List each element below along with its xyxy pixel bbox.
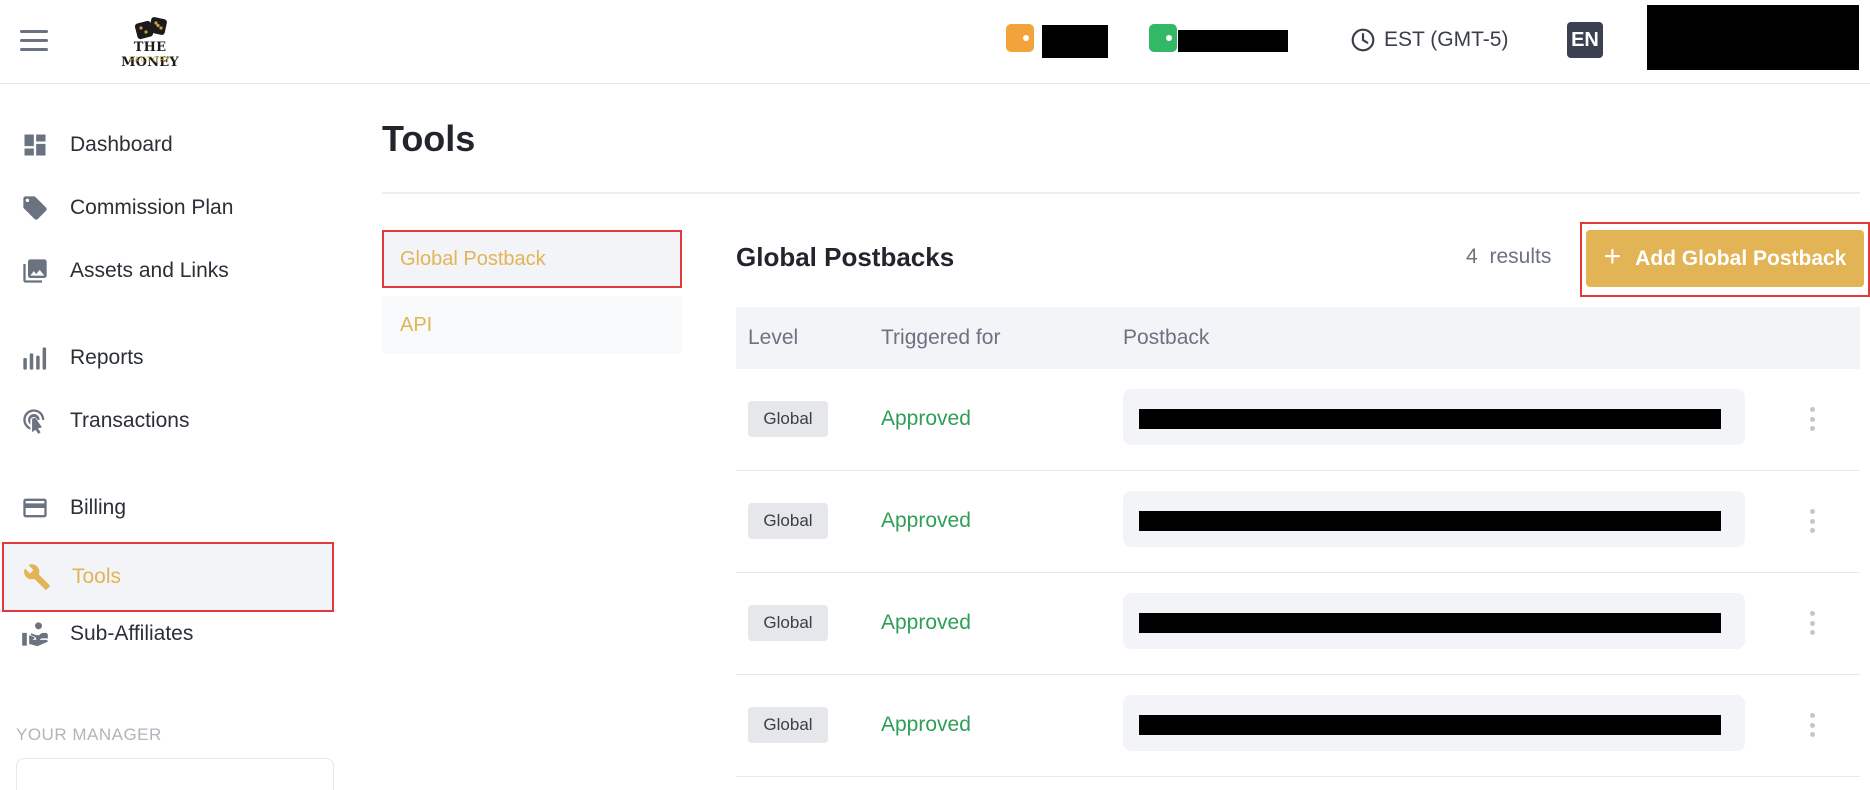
column-header-level: Level	[748, 326, 799, 349]
images-icon	[20, 256, 50, 286]
level-badge: Global	[748, 707, 828, 743]
credit-card-icon	[20, 493, 50, 523]
sidebar-item-sub-affiliates[interactable]: Sub-Affiliates	[0, 605, 334, 663]
add-global-postback-button[interactable]: + Add Global Postback	[1586, 230, 1864, 287]
add-button-label: Add Global Postback	[1635, 246, 1847, 270]
sidebar-item-tools[interactable]: Tools	[2, 542, 334, 612]
manager-section-label: YOUR MANAGER	[16, 725, 162, 744]
wallet-icon[interactable]	[1149, 24, 1177, 52]
manager-card	[16, 758, 334, 790]
results-count: 4 results	[1466, 245, 1552, 268]
postback-url-field[interactable]	[1123, 389, 1745, 445]
table-row: Global Approved	[736, 573, 1860, 675]
row-actions-menu-icon[interactable]	[1804, 705, 1820, 745]
table-row: Global Approved	[736, 675, 1860, 777]
wallet-icon[interactable]	[1006, 24, 1034, 52]
level-badge: Global	[748, 401, 828, 437]
page-title: Tools	[382, 118, 476, 159]
row-actions-menu-icon[interactable]	[1804, 399, 1820, 439]
table-row: Global Approved	[736, 471, 1860, 573]
sidebar-item-assets-and-links[interactable]: Assets and Links	[0, 242, 334, 300]
brand-logo[interactable]: THE MONEY FACTORY	[104, 14, 196, 70]
top-bar: THE MONEY FACTORY EST (GMT-5) EN	[0, 0, 1870, 84]
table-row: Global Approved	[736, 369, 1860, 471]
subnav-global-postback[interactable]: Global Postback	[382, 230, 682, 288]
sidebar-item-label: Transactions	[70, 409, 190, 432]
logo-text: THE MONEY	[121, 40, 179, 70]
sidebar-item-label: Assets and Links	[70, 259, 229, 282]
postback-url-field[interactable]	[1123, 695, 1745, 751]
column-header-triggered-for: Triggered for	[881, 326, 1001, 349]
sidebar-item-commission-plan[interactable]: Commission Plan	[0, 179, 334, 237]
dice-icon	[134, 17, 167, 40]
section-title: Global Postbacks	[736, 242, 955, 272]
level-badge: Global	[748, 503, 828, 539]
redacted-url	[1139, 613, 1721, 633]
redacted-user-menu[interactable]	[1647, 5, 1859, 70]
row-actions-menu-icon[interactable]	[1804, 603, 1820, 643]
sidebar-item-billing[interactable]: Billing	[0, 479, 334, 537]
redacted-url	[1139, 409, 1721, 429]
dashboard-icon	[20, 130, 50, 160]
sidebar-item-label: Dashboard	[70, 133, 173, 156]
redacted-url	[1139, 715, 1721, 735]
sidebar-item-dashboard[interactable]: Dashboard	[0, 116, 334, 174]
row-actions-menu-icon[interactable]	[1804, 501, 1820, 541]
sidebar-item-label: Tools	[72, 565, 122, 588]
wrench-icon	[22, 562, 52, 592]
timezone-label: EST (GMT-5)	[1384, 28, 1509, 51]
sidebar-item-label: Commission Plan	[70, 196, 234, 219]
status-text: Approved	[881, 713, 971, 736]
redacted-balance	[1042, 25, 1108, 58]
level-badge: Global	[748, 605, 828, 641]
status-text: Approved	[881, 407, 971, 430]
timezone-selector[interactable]: EST (GMT-5)	[1350, 26, 1508, 54]
add-button-highlight: + Add Global Postback	[1580, 222, 1870, 297]
postback-url-field[interactable]	[1123, 593, 1745, 649]
table-header: Level Triggered for Postback	[736, 307, 1860, 369]
sidebar-item-transactions[interactable]: Transactions	[0, 392, 334, 450]
sidebar-item-label: Billing	[70, 496, 127, 519]
tap-icon	[20, 406, 50, 436]
redacted-balance	[1178, 30, 1288, 52]
hamburger-menu-icon[interactable]	[20, 30, 48, 52]
column-header-postback: Postback	[1123, 326, 1210, 349]
sidebar-item-label: Sub-Affiliates	[70, 622, 194, 645]
hand-user-icon	[20, 619, 50, 649]
bar-chart-icon	[20, 343, 50, 373]
subnav-api[interactable]: API	[382, 296, 682, 354]
sidebar-item-reports[interactable]: Reports	[0, 329, 334, 387]
plus-icon: +	[1603, 240, 1622, 273]
status-text: Approved	[881, 611, 971, 634]
redacted-url	[1139, 511, 1721, 531]
postback-url-field[interactable]	[1123, 491, 1745, 547]
divider	[382, 192, 1860, 194]
tag-icon	[20, 193, 50, 223]
sidebar: Dashboard Commission Plan Assets and Lin…	[0, 85, 334, 790]
language-selector[interactable]: EN	[1567, 22, 1603, 58]
logo-subtext: FACTORY	[129, 56, 171, 64]
clock-icon	[1351, 28, 1375, 52]
status-text: Approved	[881, 509, 971, 532]
sidebar-item-label: Reports	[70, 346, 144, 369]
